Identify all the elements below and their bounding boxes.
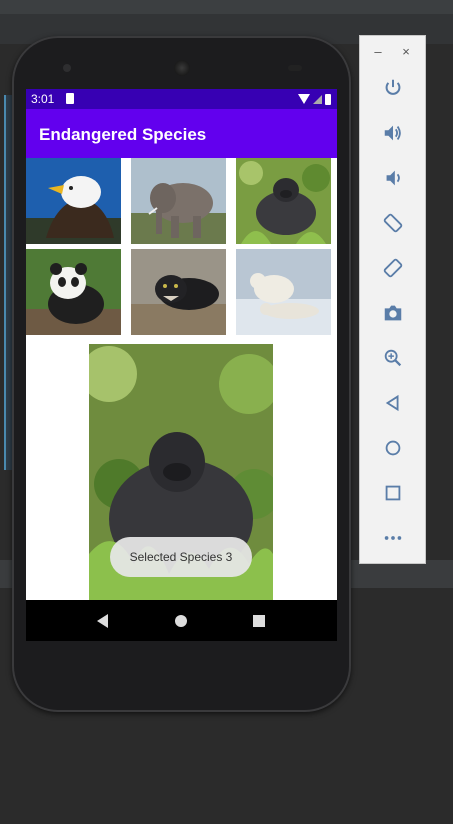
earpiece-speaker	[174, 60, 190, 76]
front-camera	[63, 64, 71, 72]
cell-signal-icon	[313, 94, 322, 104]
ide-menu-strip	[0, 0, 453, 14]
app-bar: Endangered Species	[26, 109, 337, 158]
battery-icon	[325, 93, 331, 105]
close-button[interactable]: ×	[399, 44, 413, 59]
zoom-icon[interactable]	[380, 345, 406, 371]
status-time: 3:01	[31, 92, 55, 106]
polar-bear-thumbnail[interactable]	[236, 249, 331, 335]
status-bar: 3:01	[26, 89, 337, 109]
toast-message: Selected Species 3	[110, 537, 252, 577]
home-icon[interactable]	[380, 435, 406, 461]
proximity-sensor	[288, 65, 302, 71]
power-icon[interactable]	[380, 75, 406, 101]
camera-icon[interactable]	[380, 300, 406, 326]
sd-card-icon	[66, 93, 74, 104]
volume-up-icon[interactable]	[380, 120, 406, 146]
elephant-thumbnail[interactable]	[131, 158, 226, 244]
emulator-toolbar: – ×	[359, 35, 426, 564]
panda-thumbnail[interactable]	[26, 249, 121, 335]
device-screen: 3:01 Endangered Species Selected Species…	[26, 89, 337, 641]
volume-down-icon[interactable]	[380, 165, 406, 191]
more-icon[interactable]	[380, 525, 406, 551]
minimize-button[interactable]: –	[371, 44, 385, 59]
nav-recents-icon[interactable]	[253, 615, 265, 627]
back-icon[interactable]	[380, 390, 406, 416]
wifi-icon	[298, 94, 310, 104]
eagle-thumbnail[interactable]	[26, 158, 121, 244]
navigation-bar	[26, 600, 337, 641]
gorilla-thumbnail[interactable]	[236, 158, 331, 244]
rotate-left-icon[interactable]	[380, 210, 406, 236]
app-title: Endangered Species	[39, 125, 207, 144]
nav-back-icon[interactable]	[97, 614, 108, 628]
panther-thumbnail[interactable]	[131, 249, 226, 335]
rotate-right-icon[interactable]	[380, 255, 406, 281]
nav-home-icon[interactable]	[175, 615, 187, 627]
overview-icon[interactable]	[380, 480, 406, 506]
status-icons	[298, 93, 331, 105]
